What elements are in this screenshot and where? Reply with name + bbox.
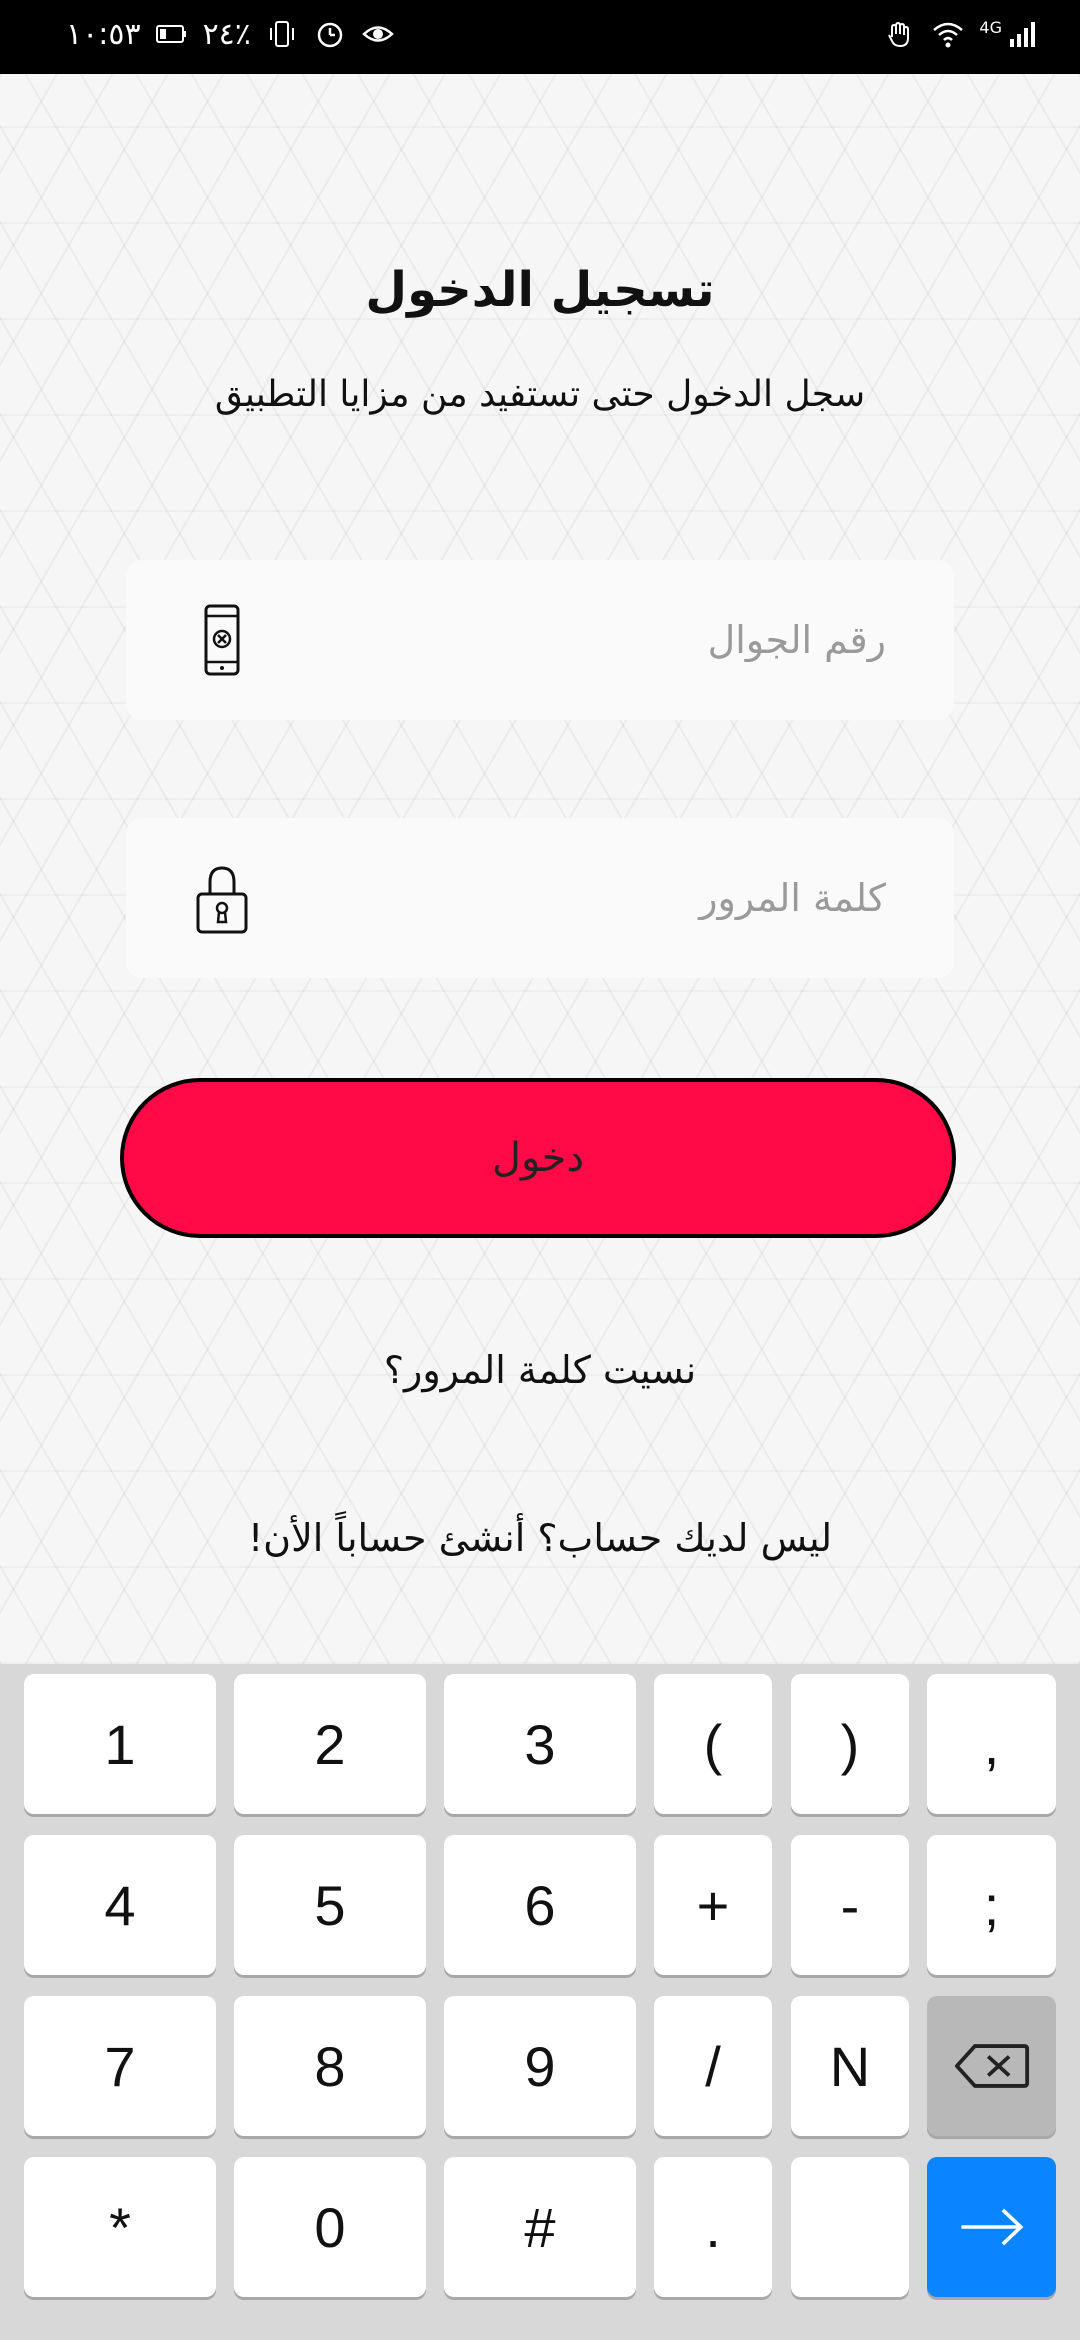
status-left: ١٠:٥٣ ٢٤٪: [66, 14, 395, 54]
page-subtitle: سجل الدخول حتى تستفيد من مزايا التطبيق: [214, 374, 866, 415]
phone-input[interactable]: [306, 617, 888, 663]
key-period[interactable]: .: [654, 2157, 772, 2297]
page-title: تسجيل الدخول: [365, 262, 715, 318]
key-close-paren[interactable]: ): [791, 1674, 909, 1814]
signal-icon: [1006, 14, 1040, 54]
backspace-icon: [954, 2042, 1030, 2090]
arrow-right-icon: [956, 2204, 1028, 2250]
status-right: 4G: [883, 14, 1040, 54]
key-9[interactable]: 9: [444, 1996, 636, 2136]
eye-icon: [361, 14, 395, 54]
key-slash[interactable]: /: [654, 1996, 772, 2136]
key-asterisk[interactable]: *: [24, 2157, 216, 2297]
key-0[interactable]: 0: [234, 2157, 426, 2297]
key-7[interactable]: 7: [24, 1996, 216, 2136]
key-n[interactable]: N: [791, 1996, 909, 2136]
password-field[interactable]: [126, 818, 954, 978]
key-plus[interactable]: +: [654, 1835, 772, 1975]
key-8[interactable]: 8: [234, 1996, 426, 2136]
key-minus[interactable]: -: [791, 1835, 909, 1975]
status-bar: ١٠:٥٣ ٢٤٪ 4G: [0, 0, 1080, 74]
key-semicolon[interactable]: ;: [927, 1835, 1056, 1975]
mobile-phone-icon: [192, 602, 252, 678]
vibrate-icon: [265, 14, 299, 54]
key-6[interactable]: 6: [444, 1835, 636, 1975]
enter-key[interactable]: [927, 2157, 1056, 2297]
hand-icon: [883, 14, 917, 54]
backspace-key[interactable]: [927, 1996, 1056, 2136]
lock-icon: [192, 860, 252, 936]
alarm-icon: [313, 14, 347, 54]
key-space[interactable]: [791, 2157, 909, 2297]
network-type: 4G: [979, 17, 1002, 37]
numeric-keyboard: 1 2 3 ( ) , 4 5 6 + - ; 7 8 9 / N * 0 # …: [0, 1664, 1080, 2340]
phone-field[interactable]: [126, 560, 954, 720]
password-input[interactable]: [306, 875, 888, 921]
login-button[interactable]: دخول: [120, 1078, 956, 1238]
key-4[interactable]: 4: [24, 1835, 216, 1975]
key-comma[interactable]: ,: [927, 1674, 1056, 1814]
key-5[interactable]: 5: [234, 1835, 426, 1975]
signup-link[interactable]: ليس لديك حساب؟ أنشئ حساباً الأن!: [0, 1516, 1080, 1560]
battery-icon: [155, 14, 189, 54]
battery-level: ٢٤٪: [202, 16, 251, 52]
key-1[interactable]: 1: [24, 1674, 216, 1814]
forgot-password-link[interactable]: نسيت كلمة المرور؟: [0, 1348, 1080, 1392]
clock: ١٠:٥٣: [66, 16, 141, 52]
key-2[interactable]: 2: [234, 1674, 426, 1814]
key-open-paren[interactable]: (: [654, 1674, 772, 1814]
key-3[interactable]: 3: [444, 1674, 636, 1814]
key-hash[interactable]: #: [444, 2157, 636, 2297]
wifi-icon: [931, 14, 965, 54]
